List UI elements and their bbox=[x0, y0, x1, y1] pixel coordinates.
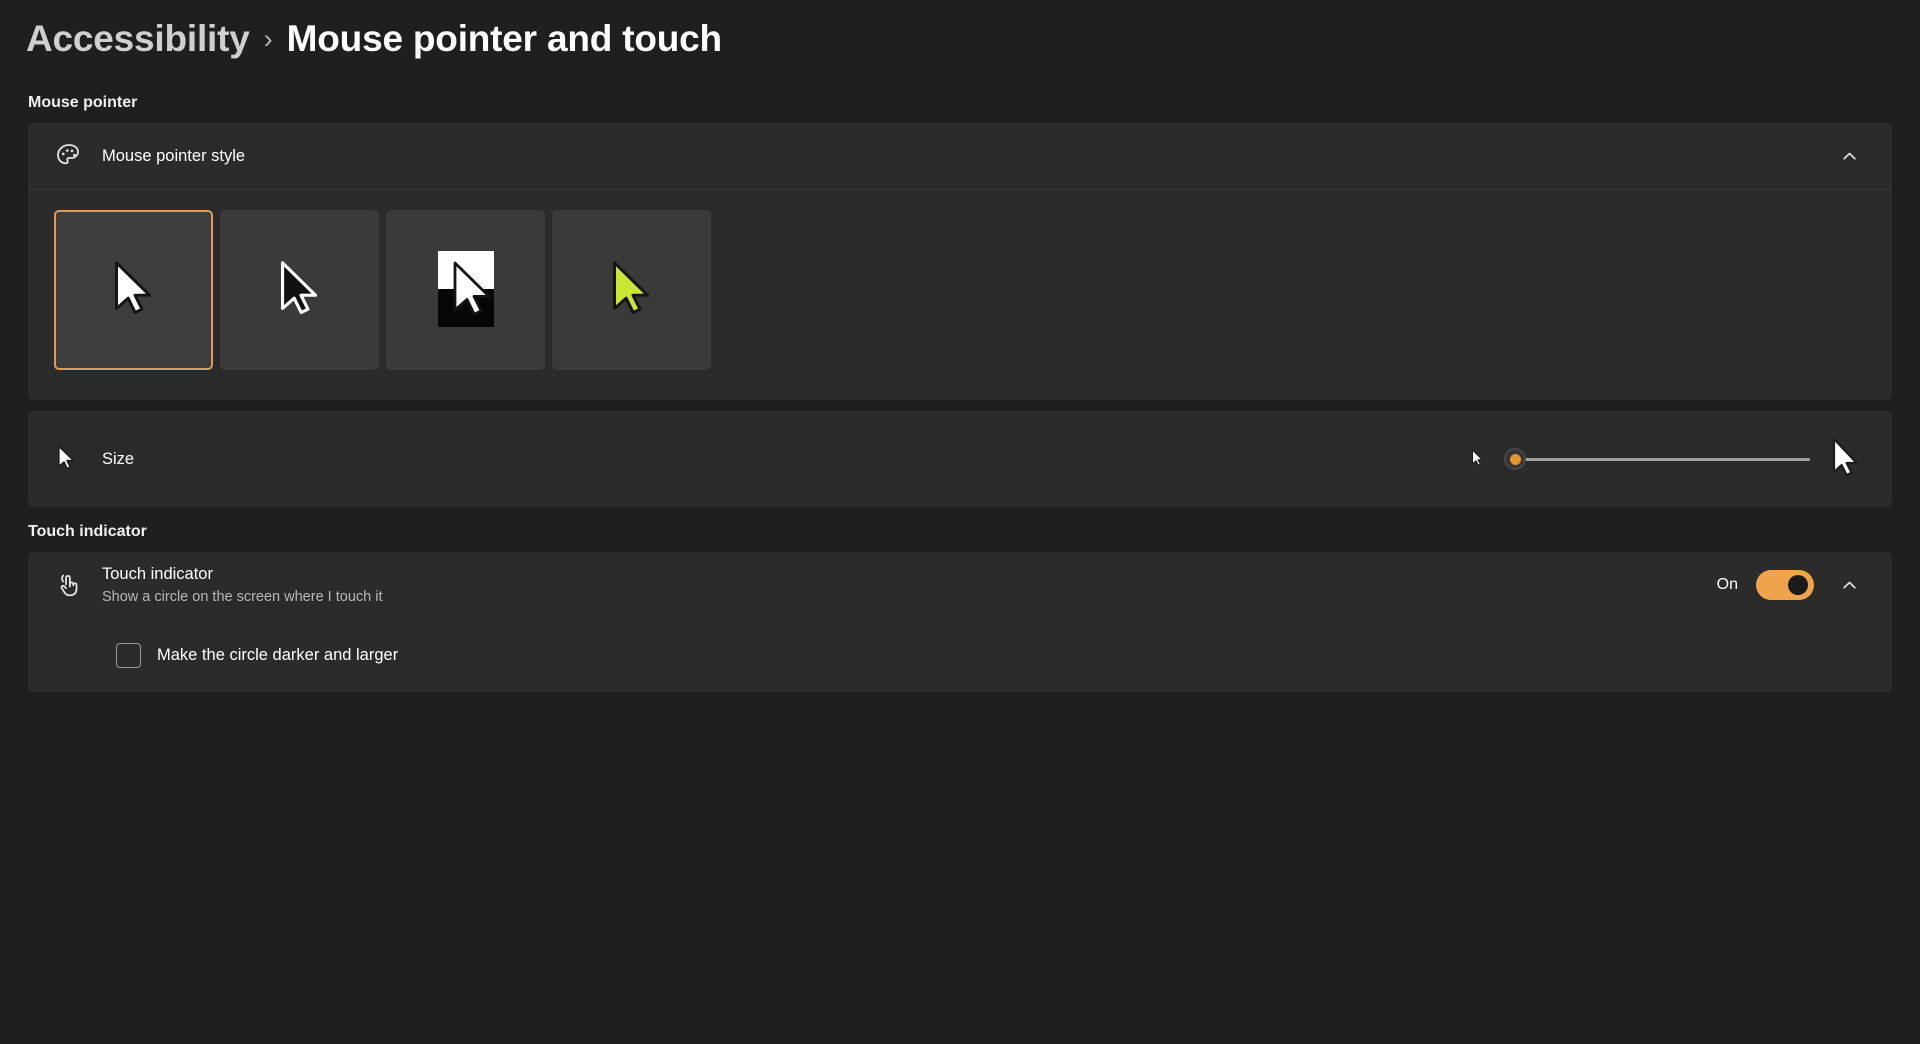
touch-indicator-controls: On bbox=[1712, 568, 1866, 602]
chevron-up-icon[interactable] bbox=[1832, 139, 1866, 173]
darker-larger-checkbox[interactable] bbox=[116, 642, 141, 668]
section-label-mouse-pointer: Mouse pointer bbox=[28, 94, 138, 111]
darker-larger-checkbox-label: Make the circle darker and larger bbox=[157, 645, 399, 664]
pointer-size-title: Size bbox=[102, 449, 135, 468]
slider-track bbox=[1504, 457, 1810, 461]
mouse-pointer-style-texts: Mouse pointer style bbox=[94, 145, 1832, 167]
bottom-edge bbox=[0, 1028, 1920, 1044]
pointer-style-option-inverted[interactable] bbox=[386, 210, 545, 370]
breadcrumb-separator-icon: › bbox=[263, 24, 273, 54]
touch-indicator-card: Touch indicator Show a circle on the scr… bbox=[28, 552, 1892, 692]
touch-indicator-texts: Touch indicator Show a circle on the scr… bbox=[94, 563, 1712, 608]
palette-icon bbox=[54, 141, 94, 171]
touch-indicator-toggle[interactable] bbox=[1756, 570, 1814, 600]
mouse-pointer-style-title: Mouse pointer style bbox=[102, 146, 246, 165]
pointer-size-texts: Size bbox=[94, 448, 1468, 470]
darker-larger-checkbox-row[interactable]: Make the circle darker and larger bbox=[28, 618, 1892, 692]
pointer-style-option-custom[interactable] bbox=[552, 210, 711, 370]
pointer-style-options bbox=[28, 190, 1892, 400]
pointer-size-card: Size bbox=[28, 411, 1892, 507]
small-cursor-icon bbox=[1468, 447, 1488, 471]
toggle-state-label: On bbox=[1716, 576, 1738, 593]
breadcrumb: Accessibility › Mouse pointer and touch bbox=[0, 0, 1920, 78]
pointer-style-option-black[interactable] bbox=[220, 210, 379, 370]
pointer-size-slider[interactable] bbox=[1504, 446, 1810, 472]
settings-page: Accessibility › Mouse pointer and touch … bbox=[0, 0, 1920, 1044]
section-label-touch-indicator: Touch indicator bbox=[28, 523, 147, 540]
touch-indicator-row[interactable]: Touch indicator Show a circle on the scr… bbox=[28, 552, 1892, 618]
breadcrumb-parent-link[interactable]: Accessibility bbox=[26, 18, 250, 60]
touch-indicator-title: Touch indicator bbox=[102, 564, 213, 583]
mouse-pointer-style-right bbox=[1832, 139, 1866, 173]
page-title: Mouse pointer and touch bbox=[286, 18, 722, 59]
touch-tap-icon bbox=[54, 570, 94, 600]
touch-indicator-subtitle: Show a circle on the screen where I touc… bbox=[102, 588, 383, 605]
large-cursor-icon bbox=[1826, 435, 1866, 483]
pointer-size-slider-group bbox=[1468, 435, 1866, 483]
mouse-pointer-style-row[interactable]: Mouse pointer style bbox=[28, 123, 1892, 189]
mouse-pointer-style-card: Mouse pointer style bbox=[28, 123, 1892, 400]
toggle-knob bbox=[1788, 575, 1808, 595]
cursor-icon bbox=[54, 444, 94, 474]
pointer-size-row: Size bbox=[28, 411, 1892, 507]
slider-thumb[interactable] bbox=[1504, 448, 1526, 470]
pointer-style-option-white[interactable] bbox=[54, 210, 213, 370]
chevron-up-icon[interactable] bbox=[1832, 568, 1866, 602]
